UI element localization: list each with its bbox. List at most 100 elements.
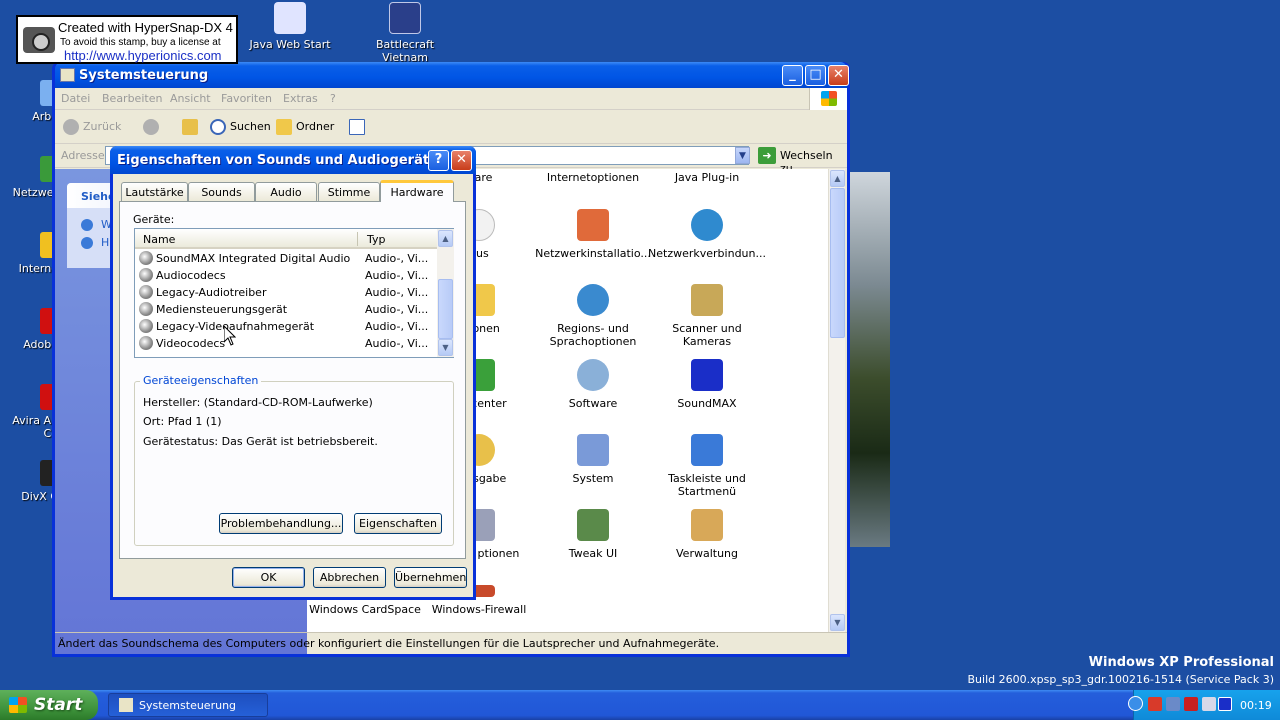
desktop-icon-battlecraft[interactable]: Battlecraft Vietnam [360, 2, 450, 64]
column-name[interactable]: Name [143, 233, 175, 246]
list-item[interactable]: Videocodecs Audio-, Vi... [139, 335, 435, 352]
cp-item-network-connections[interactable]: Netzwerkverbindun... [647, 209, 767, 260]
chevron-down-icon[interactable]: ▼ [735, 147, 750, 164]
views-icon[interactable] [349, 119, 365, 135]
desktop-icon-label: DivX C [21, 490, 58, 503]
clock[interactable]: 00:19 [1240, 699, 1272, 712]
column-type[interactable]: Typ [367, 233, 386, 246]
cp-item-administration[interactable]: Verwaltung [647, 509, 767, 560]
cp-item-system[interactable]: System [533, 434, 653, 485]
cp-item-label: Scanner und Kameras [672, 322, 742, 348]
cancel-button[interactable]: Abbrechen [313, 567, 386, 588]
devices-list[interactable]: Name Typ SoundMAX Integrated Digital Aud… [134, 228, 454, 358]
menu-tools[interactable]: Extras [283, 92, 318, 105]
desktop-icon-divx[interactable]: DivX C [0, 460, 58, 503]
apply-button[interactable]: Übernehmen [394, 567, 467, 588]
hardware-tab-panel: Geräte: Name Typ SoundMAX Integrated Dig… [119, 201, 466, 559]
ok-button[interactable]: OK [232, 567, 305, 588]
stamp-link[interactable]: http://www.hyperionics.com [64, 48, 222, 63]
chevron-left-icon[interactable] [1128, 696, 1143, 711]
audio-device-icon [139, 336, 153, 350]
wallpaper-image [848, 172, 890, 547]
help-button[interactable]: ? [428, 150, 449, 171]
cp-item-scanner-cameras[interactable]: Scanner und Kameras [647, 284, 767, 348]
cp-item-java[interactable]: Java Plug-in [647, 171, 767, 184]
cp-item-internet-options[interactable]: Internetoptionen [533, 171, 653, 184]
menu-file[interactable]: Datei [61, 92, 90, 105]
device-type: Audio-, Vi... [365, 303, 429, 316]
scroll-thumb[interactable] [830, 188, 845, 338]
maximize-button[interactable]: □ [805, 65, 826, 86]
control-panel-icon [60, 68, 75, 82]
list-item[interactable]: Legacy-Videoaufnahmegerät Audio-, Vi... [139, 318, 435, 335]
cp-item-label: Tweak UI [568, 547, 618, 560]
list-item[interactable]: SoundMAX Integrated Digital Audio Audio-,… [139, 250, 435, 267]
dialog-titlebar[interactable]: Eigenschaften von Sounds und Audiogeräte… [110, 146, 476, 174]
desktop-icon-my-files[interactable]: Arbe [0, 80, 58, 123]
close-button[interactable]: ✕ [828, 65, 849, 86]
scroll-up-icon[interactable]: ▲ [438, 230, 453, 247]
device-name: Videocodecs [156, 337, 226, 350]
avira-tray-icon[interactable] [1184, 697, 1198, 711]
desktop-icon-java-web-start[interactable]: Java Web Start [245, 2, 335, 51]
cp-item-taskbar-startmenu[interactable]: Taskleiste und Startmenü [647, 434, 767, 498]
device-name: SoundMAX Integrated Digital Audio [156, 252, 351, 265]
folders-icon [276, 119, 292, 135]
taskbar-item-control-panel[interactable]: Systemsteuerung [108, 693, 268, 717]
folders-button[interactable]: Ordner [296, 120, 334, 133]
go-arrow-icon[interactable]: ➜ [758, 147, 776, 164]
control-panel-icon [119, 698, 133, 712]
cp-item-tweakui[interactable]: Tweak UI [533, 509, 653, 560]
properties-button[interactable]: Eigenschaften [354, 513, 442, 534]
scroll-down-icon[interactable]: ▼ [830, 614, 845, 631]
list-item[interactable]: Legacy-Audiotreiber Audio-, Vi... [139, 284, 435, 301]
menu-view[interactable]: Ansicht [170, 92, 211, 105]
vertical-scrollbar[interactable]: ▲ ▼ [828, 169, 845, 632]
search-icon [210, 119, 226, 135]
devices-label: Geräte: [133, 213, 175, 226]
cp-item-label: Verwaltung [676, 547, 738, 560]
desktop-icon-internet[interactable]: Interne [0, 232, 58, 275]
scroll-down-icon[interactable]: ▼ [438, 339, 453, 356]
tab-sounds[interactable]: Sounds [188, 182, 255, 201]
start-button[interactable]: Start [0, 690, 98, 720]
security-alert-icon[interactable] [1148, 697, 1162, 711]
volume-icon[interactable] [1202, 697, 1216, 711]
scroll-thumb[interactable] [438, 279, 453, 339]
tab-volume[interactable]: Lautstärke [121, 182, 188, 201]
tab-hardware[interactable]: Hardware [380, 180, 454, 202]
cp-item-software[interactable]: Software [533, 359, 653, 410]
list-item[interactable]: Mediensteuerungsgerät Audio-, Vi... [139, 301, 435, 318]
cp-item-regional-options[interactable]: Regions- und Sprachoptionen [533, 284, 653, 348]
menu-help[interactable]: ? [330, 92, 336, 105]
menu-favorites[interactable]: Favoriten [221, 92, 272, 105]
minimize-button[interactable]: _ [782, 65, 803, 86]
back-button[interactable]: Zurück [83, 120, 121, 133]
window-titlebar[interactable]: Systemsteuerung _ □ ✕ [55, 62, 849, 88]
tab-audio[interactable]: Audio [255, 182, 317, 201]
soundmax-tray-icon[interactable] [1218, 697, 1232, 711]
search-button[interactable]: Suchen [230, 120, 271, 133]
regional-options-icon [577, 284, 609, 316]
tab-voice[interactable]: Stimme [318, 182, 380, 201]
network-tray-icon[interactable] [1166, 697, 1180, 711]
list-item[interactable]: Audiocodecs Audio-, Vi... [139, 267, 435, 284]
cp-item-soundmax[interactable]: SoundMAX [647, 359, 767, 410]
troubleshoot-button[interactable]: Problembehandlung... [219, 513, 343, 534]
cp-item-label: Software [568, 397, 618, 410]
taskbar-item-label: Systemsteuerung [139, 699, 237, 712]
forward-arrow-icon[interactable] [143, 119, 159, 135]
menu-edit[interactable]: Bearbeiten [102, 92, 162, 105]
desktop-icon-adobe[interactable]: Adobe [0, 308, 58, 351]
dialog-close-button[interactable]: ✕ [451, 150, 472, 171]
list-scrollbar[interactable]: ▲ ▼ [437, 229, 454, 357]
cp-item-label: Netzwerkinstallatio... [535, 247, 651, 260]
desktop-icon-network[interactable]: Netzwer [0, 156, 58, 199]
desktop-icon-avira[interactable]: Avira An Ce [0, 384, 58, 440]
see-also-link-2[interactable]: H [101, 236, 109, 249]
scroll-up-icon[interactable]: ▲ [830, 170, 845, 187]
windows-build: Build 2600.xpsp_sp3_gdr.100216-1514 (Ser… [967, 673, 1274, 686]
cp-item-network-setup[interactable]: Netzwerkinstallatio... [533, 209, 653, 260]
folder-up-icon[interactable] [182, 119, 198, 135]
dialog-title: Eigenschaften von Sounds und Audiogeräte [117, 153, 438, 168]
